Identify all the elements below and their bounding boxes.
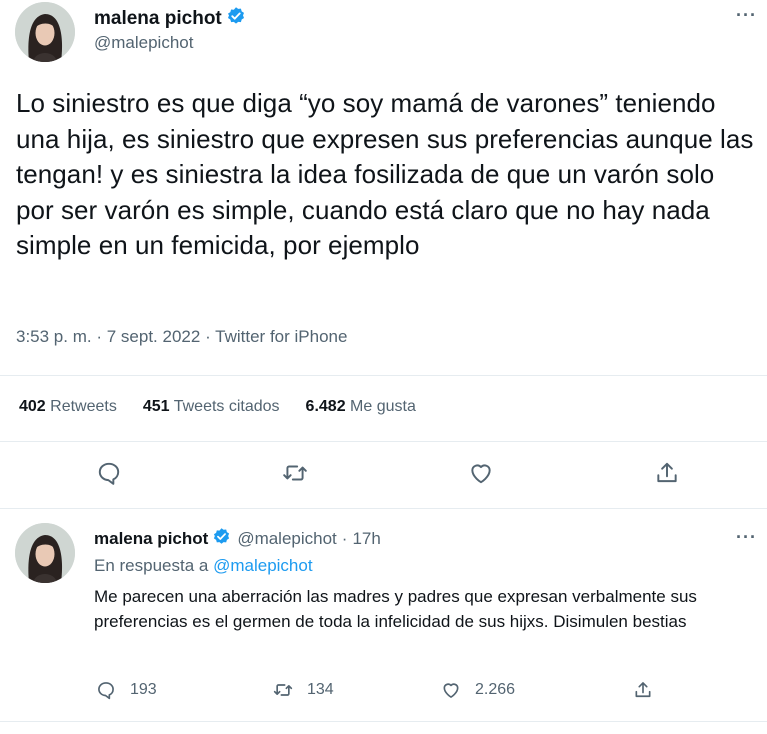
tweet-metadata: 3:53 p. m. · 7 sept. 2022 · Twitter for …	[16, 327, 347, 347]
divider	[0, 441, 767, 442]
reply-icon	[96, 680, 116, 700]
heart-icon[interactable]	[468, 460, 494, 486]
share-button[interactable]	[633, 680, 667, 700]
more-icon[interactable]: ···	[736, 6, 757, 24]
avatar-image	[15, 523, 75, 583]
retweets-label: Retweets	[50, 398, 117, 415]
author-handle[interactable]: @malepichot	[94, 33, 193, 53]
likes-count: 6.482	[305, 398, 346, 415]
share-icon	[633, 680, 653, 700]
replying-to-label: En respuesta a	[94, 556, 209, 575]
avatar[interactable]	[15, 523, 75, 583]
like-count: 2.266	[475, 681, 516, 698]
verified-badge-icon	[212, 527, 231, 551]
author-name-row: malena pichot	[94, 6, 246, 32]
tweet-source[interactable]: Twitter for iPhone	[215, 327, 347, 346]
retweet-icon[interactable]	[282, 460, 308, 486]
divider	[0, 721, 767, 722]
tweet-date[interactable]: 7 sept. 2022	[107, 327, 201, 346]
verified-badge-icon	[226, 6, 246, 32]
divider	[0, 508, 767, 509]
avatar[interactable]	[15, 2, 75, 62]
reply-button[interactable]: 193	[96, 680, 157, 700]
retweets-stat[interactable]: 402 Retweets	[19, 398, 117, 416]
stats-row: 402 Retweets 451 Tweets citados 6.482 Me…	[19, 398, 442, 416]
replying-to-mention[interactable]: @malepichot	[213, 556, 312, 575]
reply-icon[interactable]	[96, 460, 122, 486]
tweet-time-ago[interactable]: 17h	[352, 529, 380, 549]
meta-separator: ·	[205, 327, 211, 346]
retweets-count: 402	[19, 398, 46, 415]
quotes-stat[interactable]: 451 Tweets citados	[143, 398, 280, 416]
likes-stat[interactable]: 6.482 Me gusta	[306, 398, 416, 416]
divider	[0, 375, 767, 376]
avatar-image	[15, 2, 75, 62]
quotes-label: Tweets citados	[173, 398, 280, 415]
meta-separator: ·	[96, 327, 103, 346]
reply-text: Me parecen una aberración las madres y p…	[94, 587, 697, 631]
likes-label: Me gusta	[350, 398, 416, 415]
author-display-name[interactable]: malena pichot	[94, 8, 222, 30]
author-display-name[interactable]: malena pichot	[94, 529, 208, 549]
like-button[interactable]: 2.266	[441, 680, 515, 700]
heart-icon	[441, 680, 461, 700]
retweet-count: 134	[307, 681, 334, 698]
quotes-count: 451	[142, 398, 170, 415]
tweet-text: Lo siniestro es que diga “yo soy mamá de…	[16, 88, 754, 260]
reply-author-row: malena pichot @malepichot · 17h	[94, 527, 381, 551]
replying-to: En respuesta a @malepichot	[94, 556, 313, 576]
retweet-button[interactable]: 134	[273, 680, 334, 700]
reply-count: 193	[130, 681, 157, 698]
tweet-time[interactable]: 3:53 p. m.	[16, 327, 92, 346]
meta-separator: ·	[341, 529, 348, 548]
share-icon[interactable]	[654, 460, 680, 486]
author-handle[interactable]: @malepichot	[237, 529, 336, 549]
more-icon[interactable]: ···	[736, 528, 757, 546]
retweet-icon	[273, 680, 293, 700]
